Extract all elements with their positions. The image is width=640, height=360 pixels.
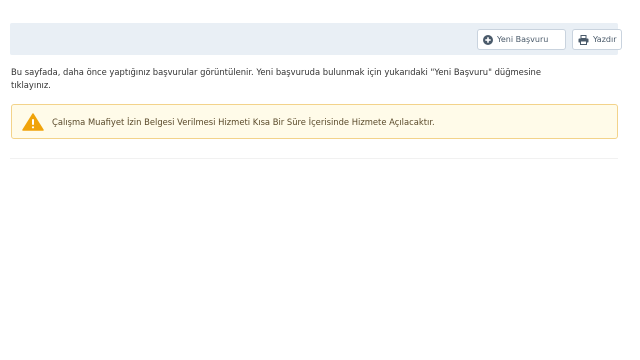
page: Yeni Başvuru Yazdır Bu sayfada, daha önc… (0, 0, 640, 360)
intro-line-1: Bu sayfada, daha önce yaptığınız başvuru… (11, 67, 541, 77)
content-divider (10, 158, 618, 159)
action-toolbar: Yeni Başvuru Yazdır (10, 23, 622, 55)
printer-icon (578, 34, 589, 45)
plus-circle-icon (483, 34, 493, 45)
print-label: Yazdır (593, 35, 617, 44)
intro-text: Bu sayfada, daha önce yaptığınız başvuru… (11, 66, 611, 92)
warning-message: Çalışma Muafiyet İzin Belgesi Verilmesi … (52, 117, 435, 127)
new-application-button[interactable]: Yeni Başvuru (477, 29, 566, 50)
intro-line-2: tıklayınız. (11, 80, 51, 90)
warning-triangle-icon (22, 113, 44, 131)
new-application-label: Yeni Başvuru (497, 35, 549, 44)
print-button[interactable]: Yazdır (572, 29, 622, 50)
warning-alert: Çalışma Muafiyet İzin Belgesi Verilmesi … (11, 104, 618, 139)
